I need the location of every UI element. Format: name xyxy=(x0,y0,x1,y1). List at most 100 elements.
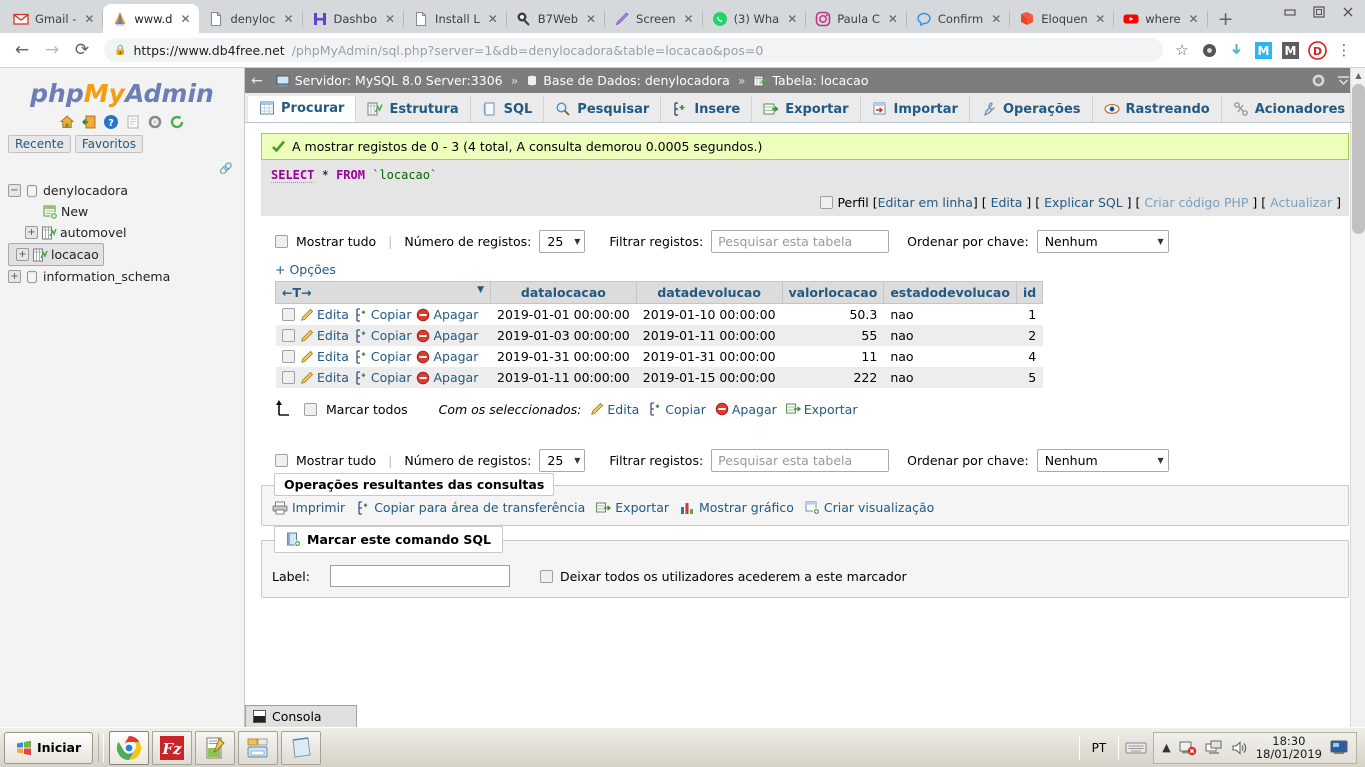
bookmark-label-input[interactable] xyxy=(329,565,510,587)
expand-toggle-icon[interactable]: + xyxy=(16,248,29,261)
sort-by-key-select[interactable]: Nenhum ▼ xyxy=(1036,230,1169,253)
tab-insere[interactable]: Insere xyxy=(661,96,753,122)
page-scrollbar[interactable]: ▲ xyxy=(1350,68,1365,727)
copy-to-clipboard-link[interactable]: Copiar para área de transferência xyxy=(356,500,585,515)
column-header-datalocacao[interactable]: datalocacao xyxy=(490,281,637,304)
delete-row-link[interactable]: Apagar xyxy=(416,370,478,385)
browser-tab-youtube[interactable]: where ✕ xyxy=(1114,4,1208,33)
print-link[interactable]: Imprimir xyxy=(272,500,345,515)
close-icon[interactable]: ✕ xyxy=(1093,12,1107,26)
row-checkbox[interactable] xyxy=(282,371,295,384)
create-view-link[interactable]: Criar visualização xyxy=(805,500,934,515)
edit-row-link[interactable]: Edita xyxy=(300,349,349,364)
check-all-checkbox[interactable] xyxy=(304,402,317,416)
edit-link[interactable]: Edita xyxy=(991,195,1023,210)
collapse-icon[interactable] xyxy=(1336,73,1351,88)
show-desktop-icon[interactable] xyxy=(1330,740,1348,755)
browser-tab-instagram[interactable]: Paula C ✕ xyxy=(806,4,907,33)
close-icon[interactable]: ✕ xyxy=(383,12,397,26)
docs-icon[interactable] xyxy=(125,114,141,130)
edit-row-link[interactable]: Edita xyxy=(300,370,349,385)
address-bar[interactable]: 🔒 https://www.db4free.net/phpMyAdmin/sql… xyxy=(104,38,1163,62)
show-hidden-icons-button[interactable]: ▲ xyxy=(1162,741,1170,754)
delete-row-link[interactable]: Apagar xyxy=(416,349,478,364)
tab-importar[interactable]: Importar xyxy=(861,96,970,122)
close-icon[interactable]: ✕ xyxy=(486,12,500,26)
show-all-checkbox-bottom[interactable] xyxy=(275,454,288,467)
reload-icon[interactable] xyxy=(169,114,185,130)
filter-input-bottom[interactable]: Pesquisar esta tabela xyxy=(711,449,890,472)
tab-sql[interactable]: SQL xyxy=(471,96,545,122)
edit-row-link[interactable]: Edita xyxy=(300,328,349,343)
table-row[interactable]: Edita Copiar Apagar 2019-01-31 00:00:00 … xyxy=(276,346,1043,367)
delete-row-link[interactable]: Apagar xyxy=(416,328,478,343)
tab-procurar[interactable]: Procurar xyxy=(248,96,357,122)
close-icon[interactable]: ✕ xyxy=(282,12,296,26)
minimize-icon[interactable] xyxy=(1276,1,1303,23)
settings-icon[interactable] xyxy=(147,114,163,130)
expand-toggle-icon[interactable]: + xyxy=(8,270,21,283)
profile-avatar[interactable]: D xyxy=(1306,39,1328,61)
tree-node-information-schema[interactable]: + information_schema xyxy=(8,266,244,287)
reload-button[interactable]: ⟳ xyxy=(68,36,96,64)
column-header-datadevolucao[interactable]: datadevolucao xyxy=(635,281,783,304)
filter-input[interactable]: Pesquisar esta tabela xyxy=(711,230,890,253)
nav-tab-recent[interactable]: Recente xyxy=(8,135,71,153)
options-toggle-link[interactable]: + Opções xyxy=(245,253,1365,281)
clock[interactable]: 18:30 18/01/2019 xyxy=(1256,734,1322,761)
bookmark-star-icon[interactable]: ☆ xyxy=(1171,39,1193,61)
copy-row-link[interactable]: Copiar xyxy=(354,349,411,364)
bulk-export-link[interactable]: Exportar xyxy=(785,402,857,417)
tab-rastreando[interactable]: Rastreando xyxy=(1093,96,1222,122)
close-icon[interactable]: ✕ xyxy=(785,12,799,26)
breadcrumb-table[interactable]: Tabela: locacao xyxy=(772,73,868,88)
language-indicator[interactable]: PT xyxy=(1086,741,1113,755)
close-icon[interactable] xyxy=(1334,1,1361,23)
volume-icon[interactable] xyxy=(1231,740,1248,756)
browser-tab-b7web[interactable]: B7Web ✕ xyxy=(507,4,606,33)
chrome-menu-button[interactable]: ⋮ xyxy=(1333,39,1355,61)
chain-icon[interactable]: 🔗 xyxy=(219,162,233,175)
network-icon[interactable] xyxy=(1205,740,1223,756)
row-checkbox[interactable] xyxy=(282,329,295,342)
chevron-down-icon[interactable]: ▼ xyxy=(477,285,484,295)
copy-row-link[interactable]: Copiar xyxy=(354,307,411,322)
network-error-icon[interactable] xyxy=(1179,740,1197,756)
restore-icon[interactable] xyxy=(1305,1,1332,23)
create-php-code-link[interactable]: Criar código PHP xyxy=(1144,195,1248,210)
show-all-checkbox[interactable] xyxy=(275,235,288,248)
close-icon[interactable]: ✕ xyxy=(178,12,192,26)
table-row[interactable]: Edita Copiar Apagar 2019-01-01 00:00:00 … xyxy=(276,304,1043,326)
delete-row-link[interactable]: Apagar xyxy=(416,307,478,322)
export-link[interactable]: Exportar xyxy=(596,500,669,515)
forward-button[interactable]: → xyxy=(38,36,66,64)
table-row[interactable]: Edita Copiar Apagar 2019-01-11 00:00:00 … xyxy=(275,367,1043,388)
row-checkbox[interactable] xyxy=(282,350,295,363)
extension-m-gray-icon[interactable]: M xyxy=(1279,39,1301,61)
tree-node-locacao[interactable]: + locacao xyxy=(8,243,104,266)
taskbar-item-notepadpp[interactable] xyxy=(195,730,236,765)
tree-node-automovel[interactable]: + automovel xyxy=(8,222,244,243)
start-button[interactable]: Iniciar xyxy=(4,731,94,764)
bulk-edit-link[interactable]: Edita xyxy=(590,402,639,417)
tree-node-denylocadora[interactable]: − denylocadora xyxy=(8,180,244,201)
browser-tab-eloquent[interactable]: Eloquen ✕ xyxy=(1010,4,1115,33)
back-arrow-icon[interactable]: ← xyxy=(249,73,271,89)
bulk-copy-link[interactable]: Copiar xyxy=(648,402,706,417)
breadcrumb-server[interactable]: Servidor: MySQL 8.0 Server:3306 xyxy=(295,73,503,88)
browser-tab-phpmyadmin[interactable]: PMA www.d ✕ xyxy=(103,4,200,33)
copy-row-link[interactable]: Copiar xyxy=(354,370,411,385)
expand-toggle-icon[interactable]: + xyxy=(25,226,38,239)
console-toggle[interactable]: Consola xyxy=(245,705,357,727)
rows-per-page-select[interactable]: 25 ▼ xyxy=(539,230,586,253)
scroll-up-icon[interactable]: ▲ xyxy=(1351,68,1365,84)
check-all-label[interactable]: Marcar todos xyxy=(326,402,408,417)
tab-exportar[interactable]: Exportar xyxy=(752,96,861,122)
close-icon[interactable]: ✕ xyxy=(682,12,696,26)
column-header-valorlocacao[interactable]: valorlocacao xyxy=(781,281,885,304)
profile-checkbox[interactable] xyxy=(820,196,834,209)
logout-icon[interactable] xyxy=(81,114,97,130)
collapse-toggle-icon[interactable]: − xyxy=(8,184,21,197)
gear-icon[interactable] xyxy=(1311,73,1326,88)
taskbar-item-notepad[interactable] xyxy=(281,730,322,765)
